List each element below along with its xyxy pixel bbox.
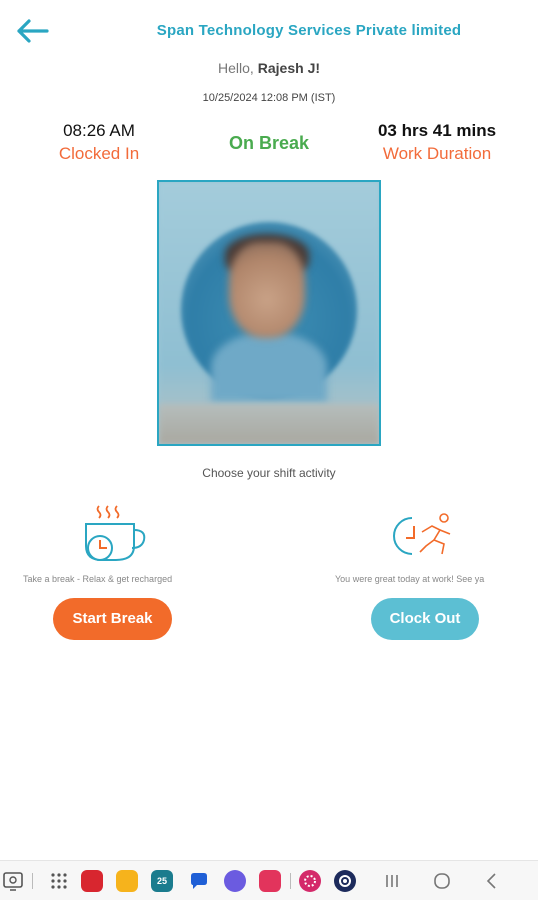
screen-recorder-icon[interactable] bbox=[2, 870, 24, 892]
work-duration-value: 03 hrs 41 mins bbox=[377, 121, 497, 140]
app-drawer-icon[interactable] bbox=[48, 870, 70, 892]
start-break-button[interactable]: Start Break bbox=[53, 598, 172, 640]
recents-icon[interactable] bbox=[381, 870, 403, 892]
app-flower-icon[interactable] bbox=[299, 870, 321, 892]
status-badge: On Break bbox=[228, 133, 310, 153]
chat-icon[interactable] bbox=[188, 870, 210, 892]
back-nav-icon[interactable] bbox=[481, 870, 503, 892]
settings-icon[interactable] bbox=[334, 870, 356, 892]
home-icon[interactable] bbox=[431, 870, 453, 892]
profile-photo bbox=[157, 180, 381, 446]
system-navbar: 25 bbox=[0, 860, 538, 900]
clock-out-button[interactable]: Clock Out bbox=[371, 598, 479, 640]
coffee-break-icon bbox=[85, 505, 146, 561]
activity-prompt: Choose your shift activity bbox=[202, 466, 336, 480]
user-name: Rajesh J! bbox=[257, 60, 321, 76]
app-red-icon[interactable] bbox=[81, 870, 103, 892]
clock-out-runner-icon bbox=[393, 513, 451, 555]
app-purple-icon[interactable] bbox=[224, 870, 246, 892]
work-duration-label: Work Duration bbox=[382, 144, 492, 163]
break-caption: Take a break - Relax & get recharged bbox=[23, 574, 173, 584]
greeting-prefix: Hello, bbox=[217, 60, 254, 76]
clock-out-caption: You were great today at work! See ya bbox=[335, 574, 485, 584]
app-pink-icon[interactable] bbox=[259, 870, 281, 892]
work-duration-stat: 03 hrs 41 mins Work Duration bbox=[356, 120, 518, 166]
clock-in-stat: 08:26 AM Clocked In bbox=[38, 120, 160, 166]
back-arrow-icon[interactable] bbox=[14, 16, 50, 46]
greeting: Hello, Rajesh J! bbox=[0, 60, 538, 76]
company-name: Span Technology Services Private limited bbox=[156, 22, 462, 39]
clock-in-label: Clocked In bbox=[58, 144, 140, 163]
calendar-icon[interactable]: 25 bbox=[151, 870, 173, 892]
clock-in-time: 08:26 AM bbox=[63, 121, 135, 140]
current-datetime: 10/25/2024 12:08 PM (IST) bbox=[202, 92, 336, 104]
app-header: Span Technology Services Private limited bbox=[0, 0, 538, 60]
app-folder-icon[interactable] bbox=[116, 870, 138, 892]
